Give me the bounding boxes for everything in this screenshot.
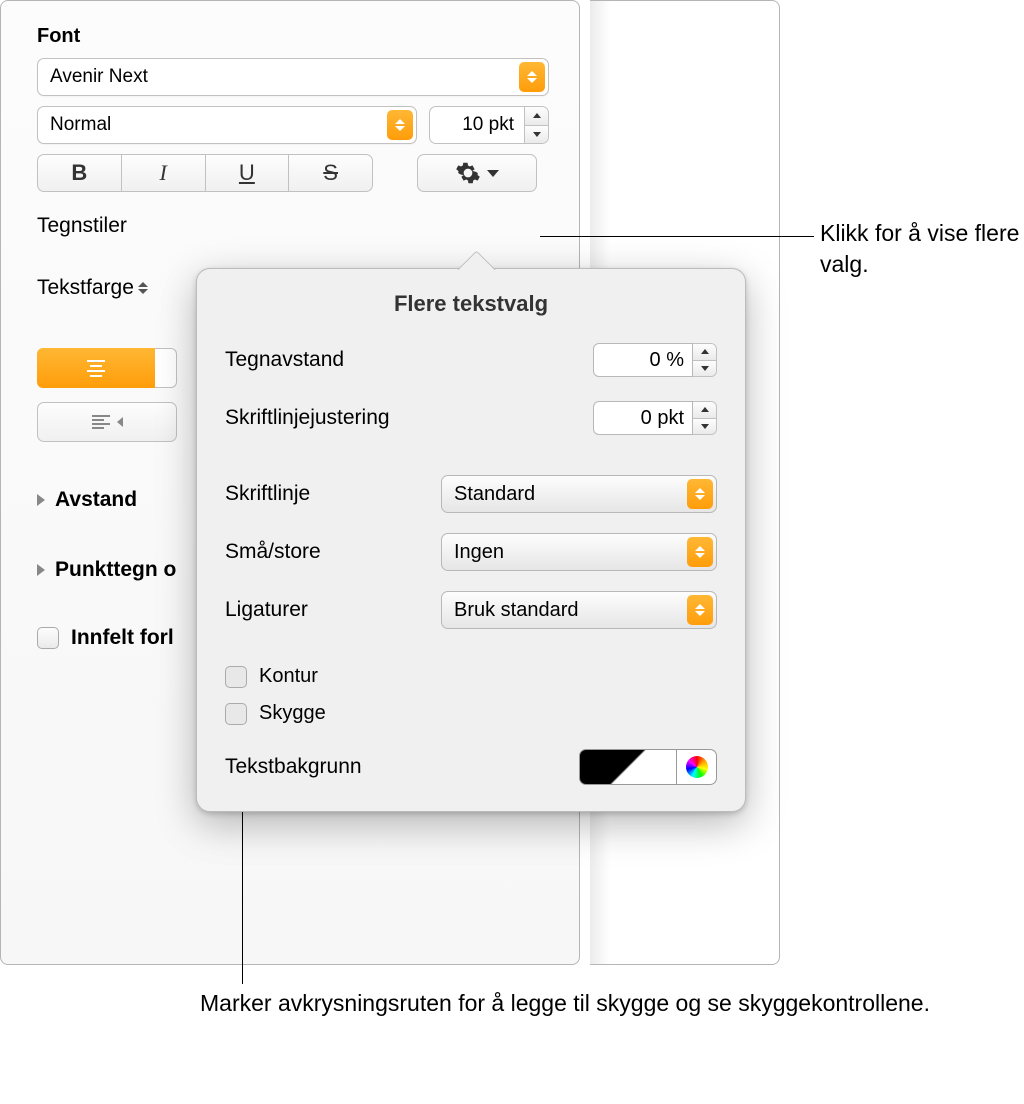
ligatures-label: Ligaturer <box>225 598 308 622</box>
bold-button[interactable]: B <box>38 155 121 191</box>
font-section-title: Font <box>37 25 549 48</box>
char-spacing-value: 0 % <box>650 349 684 372</box>
shadow-label: Skygge <box>259 702 326 725</box>
spacing-section[interactable]: Avstand <box>55 488 137 512</box>
font-family-value: Avenir Next <box>50 66 148 88</box>
callout-leader-line <box>540 236 814 237</box>
updown-icon <box>687 537 713 567</box>
font-size-stepper[interactable] <box>525 106 549 144</box>
baseline-shift-stepper[interactable] <box>693 401 717 435</box>
caps-select[interactable]: Ingen <box>441 533 717 571</box>
font-style-value: Normal <box>50 114 111 136</box>
strikethrough-button[interactable]: S <box>288 155 372 191</box>
dropcap-checkbox[interactable] <box>37 627 59 649</box>
baseline-select[interactable]: Standard <box>441 475 717 513</box>
disclosure-triangle-icon[interactable] <box>37 494 45 506</box>
ligatures-value: Bruk standard <box>454 599 579 622</box>
caps-label: Små/store <box>225 540 321 564</box>
callout-gear: Klikk for å vise flere valg. <box>820 218 1024 280</box>
char-spacing-label: Tegnavstand <box>225 348 344 372</box>
italic-button[interactable]: I <box>121 155 205 191</box>
updown-icon <box>387 110 413 140</box>
more-text-options-popover: Flere tekstvalg Tegnavstand 0 % Skriftli… <box>196 268 746 812</box>
baseline-shift-field[interactable]: 0 pkt <box>593 401 693 435</box>
decrease-indent-button[interactable] <box>37 402 177 442</box>
color-wheel-icon <box>686 756 708 778</box>
indent-left-icon <box>117 417 123 427</box>
text-style-segmented: B I U S <box>37 154 373 192</box>
updown-icon <box>687 479 713 509</box>
font-family-select[interactable]: Avenir Next <box>37 58 549 96</box>
baseline-shift-label: Skriftlinjejustering <box>225 406 390 430</box>
align-next-button[interactable] <box>155 348 177 388</box>
text-color-label: Tekstfarge <box>37 276 134 300</box>
stepper-up[interactable] <box>525 107 548 125</box>
disclosure-triangle-icon[interactable] <box>37 564 45 576</box>
popover-title: Flere tekstvalg <box>225 291 717 317</box>
more-options-button[interactable] <box>417 154 537 192</box>
outline-checkbox[interactable] <box>225 666 247 688</box>
gear-icon <box>455 160 481 186</box>
outline-label: Kontur <box>259 665 318 688</box>
align-center-button[interactable] <box>37 348 155 388</box>
text-color-popup[interactable] <box>138 282 152 294</box>
char-styles-label: Tegnstiler <box>37 214 549 238</box>
baseline-shift-value: 0 pkt <box>641 407 684 430</box>
baseline-value: Standard <box>454 483 535 506</box>
text-bg-color-picker[interactable] <box>677 749 717 785</box>
baseline-label: Skriftlinje <box>225 482 310 506</box>
font-size-field[interactable]: 10 pkt <box>429 106 525 144</box>
font-size-value: 10 pkt <box>462 114 514 136</box>
char-spacing-stepper[interactable] <box>693 343 717 377</box>
updown-icon <box>519 62 545 92</box>
caps-value: Ingen <box>454 541 504 564</box>
stepper-down[interactable] <box>525 125 548 144</box>
bullets-section[interactable]: Punkttegn o <box>55 558 176 582</box>
text-bg-color-well[interactable] <box>579 749 677 785</box>
updown-icon <box>687 595 713 625</box>
ligatures-select[interactable]: Bruk standard <box>441 591 717 629</box>
text-bg-label: Tekstbakgrunn <box>225 755 362 779</box>
underline-button[interactable]: U <box>205 155 289 191</box>
shadow-checkbox[interactable] <box>225 703 247 725</box>
dropcap-label: Innfelt forl <box>71 626 174 650</box>
callout-shadow: Marker avkrysningsruten for å legge til … <box>200 988 930 1019</box>
font-style-select[interactable]: Normal <box>37 106 417 144</box>
char-spacing-field[interactable]: 0 % <box>593 343 693 377</box>
chevron-down-icon <box>487 170 499 177</box>
callout-leader-line <box>242 812 243 984</box>
